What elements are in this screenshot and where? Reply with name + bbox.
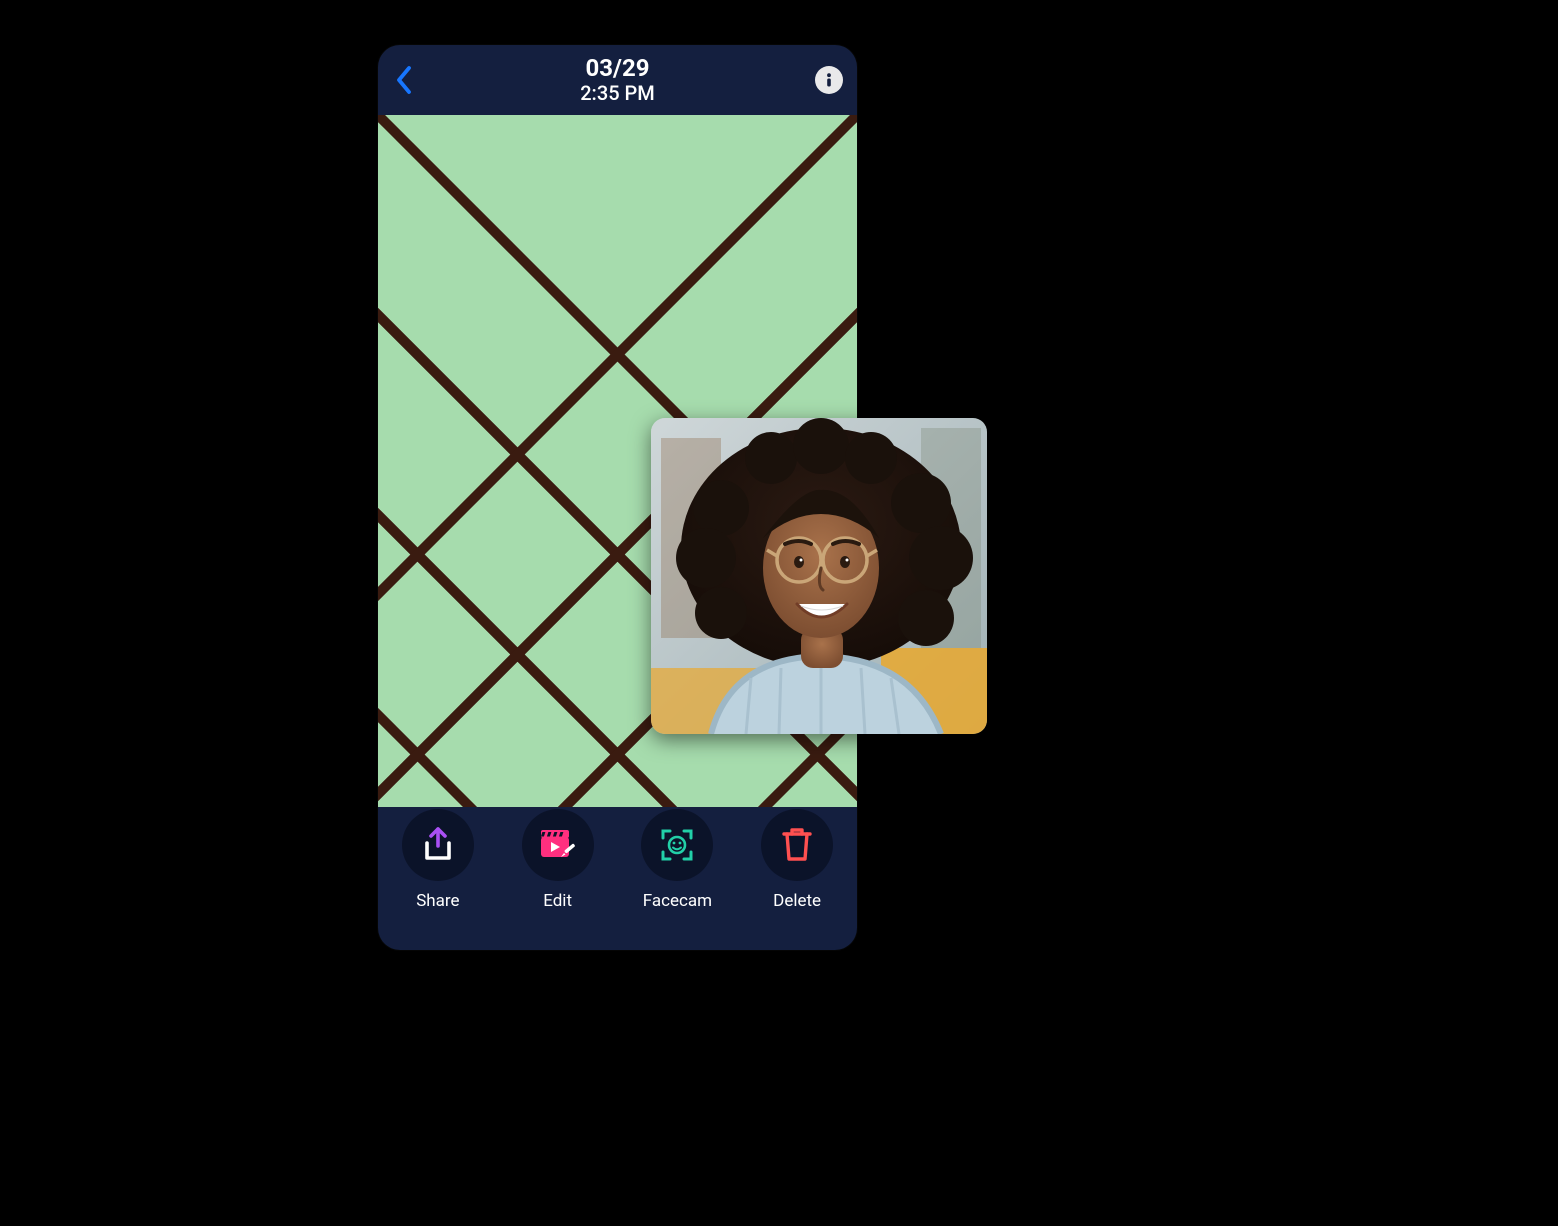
share-button[interactable]: Share <box>378 809 498 911</box>
title-time: 2:35 PM <box>580 82 655 105</box>
chevron-left-icon <box>395 65 413 95</box>
edit-icon <box>522 809 594 881</box>
title-date: 03/29 <box>586 55 650 83</box>
share-icon <box>402 809 474 881</box>
info-button[interactable] <box>815 66 843 94</box>
header-bar: 03/29 2:35 PM <box>378 45 857 115</box>
edit-label: Edit <box>543 891 572 911</box>
info-icon <box>821 72 837 88</box>
person-photo-illustration <box>651 418 987 734</box>
facecam-button[interactable]: Facecam <box>618 809 738 911</box>
delete-label: Delete <box>773 891 821 911</box>
facecam-thumbnail[interactable] <box>651 418 987 734</box>
title-block: 03/29 2:35 PM <box>580 55 655 106</box>
edit-button[interactable]: Edit <box>498 809 618 911</box>
share-label: Share <box>416 891 459 911</box>
facecam-icon <box>641 809 713 881</box>
facecam-label: Facecam <box>643 891 712 911</box>
delete-button[interactable]: Delete <box>737 809 857 911</box>
bottom-toolbar: Share <box>378 807 857 950</box>
delete-icon <box>761 809 833 881</box>
back-button[interactable] <box>388 64 420 96</box>
